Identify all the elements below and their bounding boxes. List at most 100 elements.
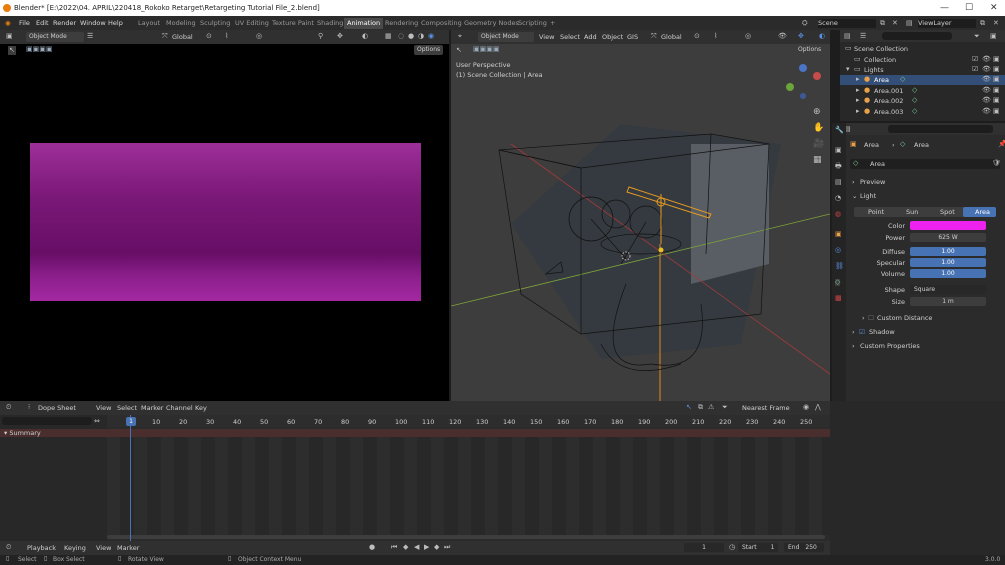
right-snap-icon[interactable]: ⌇ bbox=[714, 33, 717, 40]
view-layer-tab-icon[interactable]: ▤ bbox=[835, 179, 842, 186]
filter-icon[interactable]: ⏷ bbox=[974, 33, 980, 40]
menu-view[interactable]: View bbox=[539, 33, 554, 41]
dope-menu-view[interactable]: View bbox=[96, 404, 111, 412]
current-frame-field[interactable]: 1 bbox=[684, 543, 724, 552]
jump-end-icon[interactable]: ⏭ bbox=[444, 544, 450, 551]
pan-hand-icon[interactable]: ✋ bbox=[813, 124, 824, 133]
outliner-row[interactable]: ▸ ● Area.001 ◇ 👁 ▣ bbox=[840, 86, 1005, 96]
light-origin-point[interactable] bbox=[658, 247, 664, 253]
swap-icon[interactable]: ⇔ bbox=[94, 418, 100, 425]
outliner-display-icon[interactable]: ☰ bbox=[860, 33, 866, 40]
new-collection-icon[interactable]: ▣ bbox=[990, 33, 997, 40]
shadow-panel-header[interactable]: › ☑ Shadow bbox=[850, 327, 1000, 337]
checkbox-icon[interactable]: ☑ bbox=[972, 56, 978, 63]
view-layer-close-icon[interactable]: ✕ bbox=[993, 20, 999, 27]
view-object-types-icon[interactable]: ⚲ bbox=[318, 33, 323, 40]
hidden-icon[interactable]: ⧉ bbox=[698, 404, 703, 411]
expand-arrow-icon[interactable]: ▸ bbox=[856, 87, 860, 94]
snap-dropdown[interactable]: Nearest Frame bbox=[742, 404, 790, 412]
right-pivot-icon[interactable]: ⊙ bbox=[694, 33, 700, 40]
start-frame-field[interactable]: Start 1 bbox=[738, 543, 778, 552]
overlay-icon[interactable]: ◐ bbox=[362, 33, 368, 40]
timeline-menu-view[interactable]: View bbox=[96, 544, 111, 552]
dope-editor-type-icon[interactable]: ⏲ bbox=[6, 404, 11, 411]
outliner-row[interactable]: ▭ Collection ☑ 👁 ▣ bbox=[840, 55, 1005, 65]
minimize-button[interactable]: — bbox=[940, 3, 949, 13]
navigation-gizmo[interactable] bbox=[786, 64, 821, 99]
3d-viewport[interactable]: User Perspective (1) Scene Collection | … bbox=[450, 44, 831, 401]
tab-animation[interactable]: Animation bbox=[344, 18, 384, 29]
right-visibility-icon[interactable]: 👁 bbox=[778, 33, 787, 40]
checkbox-icon[interactable]: ☑ bbox=[972, 66, 978, 73]
outliner-row[interactable]: ▸ ● Area.003 ◇ 👁 ▣ bbox=[840, 107, 1005, 117]
timeline-editor-icon[interactable]: ⏲ bbox=[6, 544, 11, 551]
tab-sculpting[interactable]: Sculpting bbox=[200, 19, 230, 27]
xray-icon[interactable]: ▦ bbox=[385, 33, 392, 40]
shading-solid-icon[interactable]: ● bbox=[408, 33, 414, 40]
falloff-icon[interactable]: ⋀ bbox=[815, 404, 821, 411]
menu-gis[interactable]: GIS bbox=[627, 33, 638, 41]
errors-icon[interactable]: ⚠ bbox=[708, 404, 714, 411]
right-orientation-dropdown[interactable]: Global bbox=[661, 33, 682, 41]
gizmo-icon[interactable]: ✥ bbox=[337, 33, 343, 40]
tab-shading[interactable]: Shading bbox=[317, 19, 343, 27]
horizontal-scrollbar[interactable] bbox=[107, 535, 825, 539]
light-type-spot[interactable]: Spot bbox=[940, 208, 955, 216]
left-options-dropdown[interactable]: Options bbox=[414, 45, 444, 55]
eye-icon[interactable]: 👁 bbox=[982, 87, 991, 94]
tab-rendering[interactable]: Rendering bbox=[385, 19, 418, 27]
expand-arrow-icon[interactable]: ▸ bbox=[856, 108, 860, 115]
physics-tab-icon[interactable]: ◎ bbox=[835, 247, 841, 254]
snap-icon[interactable]: ⌇ bbox=[225, 33, 228, 40]
select-box-icon[interactable]: ↖ bbox=[8, 46, 16, 55]
scene-close-icon[interactable]: ✕ bbox=[892, 20, 898, 27]
camera-view-icon[interactable]: 🎥 bbox=[813, 140, 824, 149]
camera-render-icon[interactable]: ▣ bbox=[993, 66, 1000, 73]
timeline-menu-playback[interactable]: Playback bbox=[27, 544, 56, 552]
proportional-edit-icon[interactable]: ◎ bbox=[256, 33, 262, 40]
tab-geometry-nodes[interactable]: Geometry Nodes bbox=[464, 19, 519, 27]
scene-copy-icon[interactable]: ⧉ bbox=[880, 20, 885, 27]
properties-search-input[interactable] bbox=[888, 125, 993, 133]
dope-mode-dropdown[interactable]: Dope Sheet bbox=[38, 404, 76, 412]
camera-render-icon[interactable]: ▣ bbox=[993, 76, 1000, 83]
eye-icon[interactable]: 👁 bbox=[982, 76, 991, 83]
timeline-menu-marker[interactable]: Marker bbox=[117, 544, 139, 552]
left-orientation-dropdown[interactable]: Global bbox=[172, 33, 193, 41]
menu-file[interactable]: File bbox=[19, 19, 30, 27]
dope-menu-select[interactable]: Select bbox=[117, 404, 137, 412]
jump-start-icon[interactable]: ⏮ bbox=[391, 544, 397, 551]
eye-icon[interactable]: 👁 bbox=[982, 108, 991, 115]
light-data-tab-icon[interactable]: ◇ bbox=[835, 279, 841, 286]
play-reverse-icon[interactable]: ◀ bbox=[414, 544, 419, 551]
right-mode-dropdown[interactable]: Object Mode bbox=[478, 32, 534, 42]
maximize-button[interactable]: ☐ bbox=[965, 3, 973, 13]
record-icon[interactable]: ● bbox=[369, 544, 375, 551]
shading-material-icon[interactable]: ◑ bbox=[418, 33, 424, 40]
diffuse-field[interactable]: 1.00 bbox=[910, 247, 986, 256]
output-tab-icon[interactable]: 🖶 bbox=[835, 163, 842, 170]
volume-field[interactable]: 1.00 bbox=[910, 269, 986, 278]
tab-texture-paint[interactable]: Texture Paint bbox=[272, 19, 314, 27]
end-frame-field[interactable]: End 250 bbox=[784, 543, 824, 552]
keyframe-area[interactable] bbox=[107, 437, 830, 535]
color-swatch[interactable] bbox=[910, 221, 986, 230]
tab-layout[interactable]: Layout bbox=[138, 19, 160, 27]
shading-rendered-icon[interactable]: ◉ bbox=[428, 33, 434, 40]
editor-type-icon[interactable]: ▣ bbox=[6, 33, 13, 40]
only-selected-icon[interactable]: ↖ bbox=[686, 404, 692, 411]
summary-row[interactable]: ▾ Summary bbox=[0, 429, 830, 437]
tab-compositing[interactable]: Compositing bbox=[421, 19, 462, 27]
right-proportional-icon[interactable]: ◎ bbox=[745, 33, 751, 40]
right-gizmo-icon[interactable]: ✥ bbox=[798, 33, 804, 40]
pivot-icon[interactable]: ⊙ bbox=[206, 33, 212, 40]
menu-window[interactable]: Window bbox=[80, 19, 106, 27]
right-select-tool-icon[interactable]: ↖ bbox=[455, 46, 463, 55]
camera-render-icon[interactable]: ▣ bbox=[993, 97, 1000, 104]
light-type-sun[interactable]: Sun bbox=[906, 208, 918, 216]
preview-panel-header[interactable]: › Preview bbox=[850, 177, 1000, 187]
dope-menu-channel[interactable]: Channel bbox=[166, 404, 193, 412]
dope-menu-key[interactable]: Key bbox=[195, 404, 207, 412]
menu-select[interactable]: Select bbox=[560, 33, 580, 41]
render-tab-icon[interactable]: ▣ bbox=[835, 147, 842, 154]
